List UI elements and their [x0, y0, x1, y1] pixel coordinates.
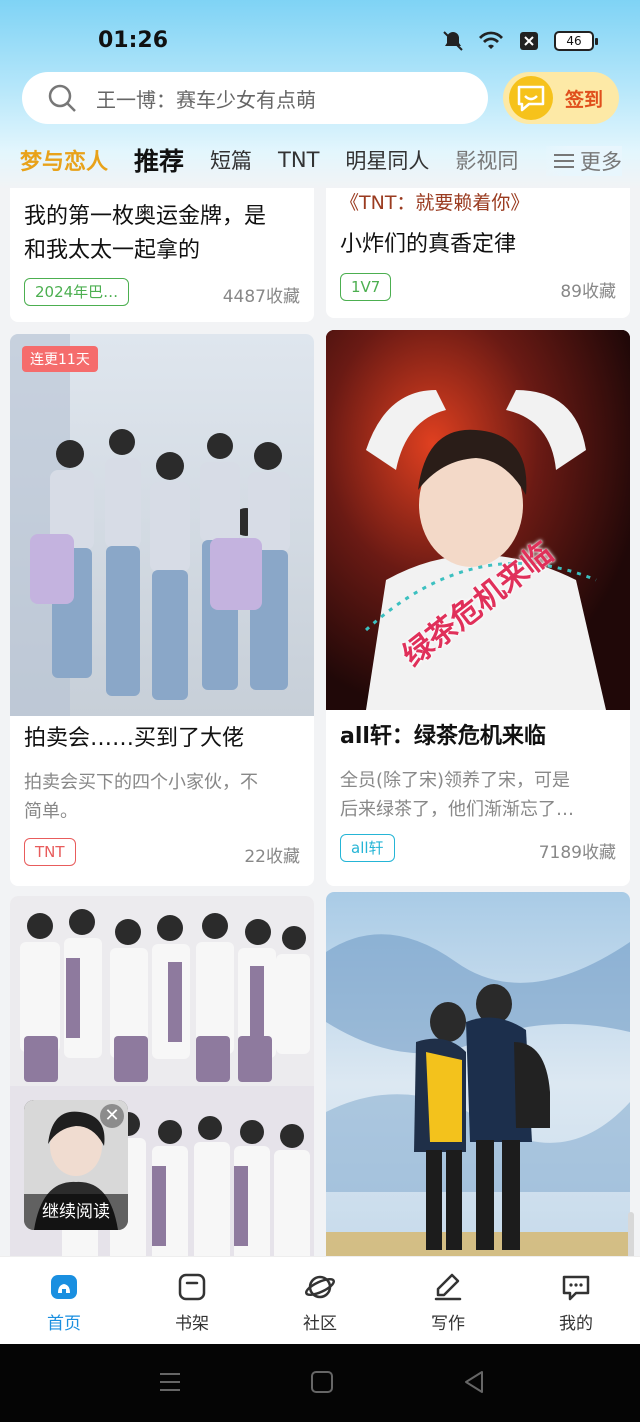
resume-reading-label: 继续阅读 — [24, 1194, 128, 1230]
book-cover — [326, 892, 630, 1256]
book-desc-line-2: 简单。 — [24, 801, 78, 822]
battery-level: 46 — [566, 34, 582, 48]
battery-indicator: 46 — [554, 31, 598, 51]
profile-icon — [562, 1275, 590, 1301]
tab-dream-lover[interactable]: 梦与恋人 — [20, 144, 108, 176]
book-title: 小炸们的真香定律 — [340, 232, 517, 257]
chat-smile-icon — [509, 76, 553, 120]
write-icon — [434, 1273, 462, 1301]
book-card[interactable] — [326, 892, 630, 1256]
book-feed: 我的第一枚奥运金牌，是 和我太太一起拿的 2024年巴… 4487收藏 《TNT… — [0, 188, 640, 1256]
book-title-line-2: 和我太太一起拿的 — [24, 238, 201, 263]
book-card[interactable]: 连更11天 拍卖会……买到了大佬 拍卖会买下的四个小家伙，不 简单。 TNT 2… — [10, 334, 314, 886]
favorites-count: 22收藏 — [244, 847, 300, 867]
nav-community[interactable]: 社区 — [256, 1257, 384, 1344]
status-bar: 01:26 46 — [0, 22, 640, 62]
more-tabs-button[interactable]: 更多 — [546, 146, 622, 176]
menu-icon — [554, 154, 574, 168]
favorites-count: 4487收藏 — [222, 287, 300, 307]
resume-reading-widget[interactable]: ✕ 继续阅读 — [24, 1100, 128, 1230]
mute-icon — [440, 30, 466, 52]
category-tabs: 梦与恋人 推荐 短篇 TNT 明星同人 影视同 — [0, 138, 640, 182]
status-time: 01:26 — [98, 28, 169, 53]
nav-write-label: 写作 — [431, 1314, 465, 1334]
book-tag[interactable]: all轩 — [340, 834, 395, 862]
tab-film-fanfic[interactable]: 影视同 — [455, 145, 518, 175]
home-icon — [51, 1275, 77, 1299]
book-title-line-1: 我的第一枚奥运金牌，是 — [24, 204, 267, 229]
tab-tnt[interactable]: TNT — [278, 148, 319, 172]
book-desc-line-1: 拍卖会买下的四个小家伙，不 — [24, 772, 258, 793]
book-tag[interactable]: 2024年巴… — [24, 278, 130, 306]
search-icon — [48, 84, 76, 112]
close-icon[interactable]: ✕ — [100, 1104, 124, 1128]
book-tag[interactable]: 1V7 — [340, 273, 392, 301]
book-cover: 连更11天 — [10, 334, 314, 716]
book-desc-line-1: 全员(除了宋)领养了宋，可是 — [340, 770, 571, 791]
system-nav-bar — [0, 1344, 640, 1422]
book-title: 拍卖会……买到了大佬 — [24, 726, 245, 751]
search-bar[interactable]: 王一博：赛车少女有点萌 — [22, 72, 488, 124]
nav-bookshelf-label: 书架 — [175, 1314, 209, 1334]
no-sim-icon — [516, 30, 542, 52]
more-label: 更多 — [580, 150, 622, 174]
book-desc-line-2: 后来绿茶了，他们渐渐忘了… — [340, 799, 574, 820]
book-card[interactable]: 《TNT：就要赖着你》 小炸们的真香定律 1V7 89收藏 — [326, 188, 630, 318]
bookshelf-icon — [178, 1273, 206, 1301]
book-cover: 绿茶危机来临 — [326, 330, 630, 710]
home-system-icon[interactable] — [310, 1370, 334, 1394]
signin-label: 签到 — [565, 88, 604, 111]
nav-profile-label: 我的 — [559, 1314, 593, 1334]
recent-apps-icon[interactable] — [158, 1370, 182, 1394]
favorites-count: 89收藏 — [560, 282, 616, 302]
back-icon[interactable] — [462, 1370, 486, 1394]
tab-recommend[interactable]: 推荐 — [134, 142, 184, 178]
nav-write[interactable]: 写作 — [384, 1257, 512, 1344]
bottom-nav: 首页 书架 社区 写作 我的 — [0, 1256, 640, 1344]
book-subtitle: 《TNT：就要赖着你》 — [340, 192, 530, 214]
wifi-icon — [478, 30, 504, 52]
search-placeholder: 王一博：赛车少女有点萌 — [96, 87, 316, 112]
book-tag[interactable]: TNT — [24, 838, 76, 866]
nav-bookshelf[interactable]: 书架 — [128, 1257, 256, 1344]
nav-home[interactable]: 首页 — [0, 1257, 128, 1344]
nav-profile[interactable]: 我的 — [512, 1257, 640, 1344]
book-card[interactable]: 我的第一枚奥运金牌，是 和我太太一起拿的 2024年巴… 4487收藏 — [10, 188, 314, 322]
nav-home-label: 首页 — [47, 1314, 81, 1334]
community-icon — [304, 1275, 336, 1299]
tab-celebrity-fanfic[interactable]: 明星同人 — [345, 145, 429, 175]
favorites-count: 7189收藏 — [538, 843, 616, 863]
signin-button[interactable]: 签到 — [503, 72, 619, 124]
update-streak-badge: 连更11天 — [22, 346, 98, 372]
tab-short[interactable]: 短篇 — [210, 145, 252, 175]
nav-community-label: 社区 — [303, 1314, 337, 1334]
book-card[interactable]: 绿茶危机来临 all轩：绿茶危机来临 全员(除了宋)领养了宋，可是 后来绿茶了，… — [326, 330, 630, 886]
book-title: all轩：绿茶危机来临 — [340, 724, 546, 749]
